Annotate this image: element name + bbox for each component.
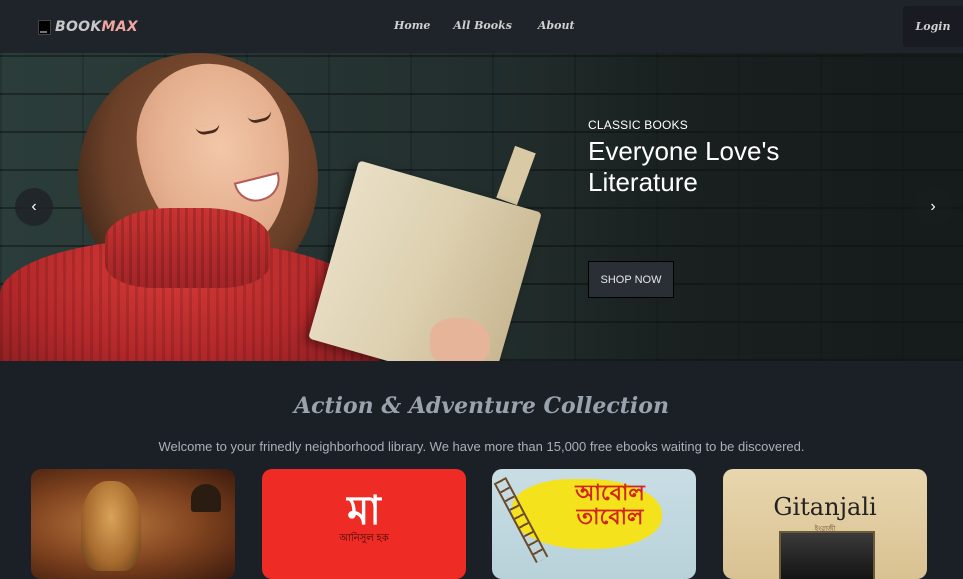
book-card-4[interactable]: Gitanjali ইংরাজী — [723, 469, 927, 579]
book-cover-title: আবোল তাবোল — [575, 480, 645, 529]
book-card-2[interactable]: মা আনিসুল হক — [262, 469, 466, 579]
brand-logo[interactable]: BOOK MAX — [38, 17, 138, 37]
nav-item-all-books[interactable]: All Books — [453, 19, 512, 32]
login-button[interactable]: Login — [903, 6, 963, 47]
carousel-next-button[interactable]: › — [914, 188, 952, 226]
hero-carousel: CLASSIC BOOKS Everyone Love's Literature… — [0, 53, 963, 361]
chevron-left-icon: ‹ — [31, 198, 37, 215]
navbar: BOOK MAX Home All Books About Login — [0, 0, 963, 53]
section-subtitle: Welcome to your frinedly neighborhood li… — [158, 439, 805, 454]
brand-name-part1: BOOK — [55, 19, 102, 35]
shop-now-button[interactable]: SHOP NOW — [588, 261, 674, 298]
book-icon — [38, 19, 51, 35]
brand-name-part2: MAX — [101, 19, 138, 35]
nav-item-home[interactable]: Home — [394, 19, 430, 32]
author-portrait — [779, 531, 875, 579]
carousel-prev-button[interactable]: ‹ — [15, 188, 53, 226]
hero-title: Everyone Love's Literature — [588, 136, 780, 197]
chevron-right-icon: › — [930, 198, 936, 215]
section-title: Action & Adventure Collection — [294, 393, 669, 419]
hero-kicker: CLASSIC BOOKS — [588, 118, 688, 132]
nav-menu: Home All Books About — [394, 19, 575, 32]
book-card-3[interactable]: আবোল তাবোল — [492, 469, 696, 579]
book-cover-author: আনিসুল হক — [339, 533, 389, 544]
book-card-1[interactable] — [31, 469, 235, 579]
nav-item-about[interactable]: About — [538, 19, 575, 32]
bell-illustration — [191, 484, 221, 512]
book-cover-illustration — [81, 481, 141, 571]
book-cover-title: Gitanjali — [773, 493, 877, 521]
